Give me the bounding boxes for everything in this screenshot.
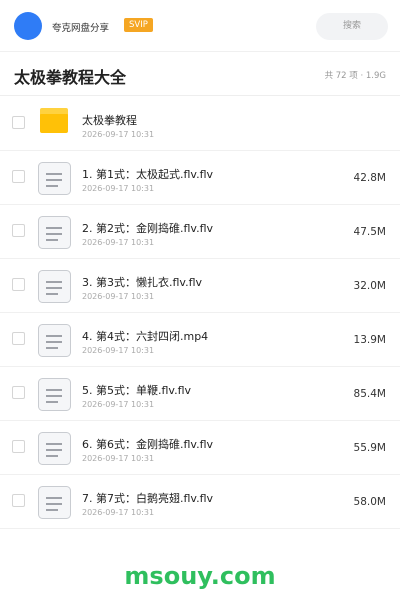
file-icon <box>38 432 71 465</box>
file-icon <box>38 162 71 195</box>
item-size: 55.9M <box>353 442 386 454</box>
item-name: 5. 第5式：单鞭.flv.flv <box>82 384 192 397</box>
checkbox[interactable] <box>12 224 25 237</box>
list-item[interactable]: 3. 第3式：懒扎衣.flv.flv 2026-09-17 10:31 32.0… <box>0 259 400 313</box>
item-name: 7. 第7式：白鹅亮翅.flv.flv <box>82 492 214 505</box>
item-name: 6. 第6式：金刚捣碓.flv.flv <box>82 438 214 451</box>
file-list: 太极拳教程 2026-09-17 10:31 1. 第1式：太极起式.flv.f… <box>0 97 400 529</box>
item-date: 2026-09-17 10:31 <box>82 292 155 301</box>
file-icon <box>38 378 71 411</box>
item-name: 4. 第4式：六封四闭.mp4 <box>82 330 209 343</box>
folder-meta: 共 72 项 · 1.9G <box>324 71 386 81</box>
item-name: 2. 第2式：金刚捣碓.flv.flv <box>82 222 214 235</box>
item-date: 2026-09-17 10:31 <box>82 454 155 463</box>
checkbox[interactable] <box>12 386 25 399</box>
list-item[interactable]: 6. 第6式：金刚捣碓.flv.flv 2026-09-17 10:31 55.… <box>0 421 400 475</box>
item-date: 2026-09-17 10:31 <box>82 346 155 355</box>
item-size: 58.0M <box>353 496 386 508</box>
list-item[interactable]: 2. 第2式：金刚捣碓.flv.flv 2026-09-17 10:31 47.… <box>0 205 400 259</box>
list-item-folder[interactable]: 太极拳教程 2026-09-17 10:31 <box>0 97 400 151</box>
top-bar: 夸克网盘分享 SVIP 搜索 <box>0 0 400 52</box>
item-name: 太极拳教程 <box>82 114 137 127</box>
file-icon <box>38 324 71 357</box>
username[interactable]: 夸克网盘分享 <box>52 20 109 34</box>
watermark-text: msouy.com <box>124 562 276 590</box>
search-input[interactable]: 搜索 <box>316 13 388 40</box>
folder-icon <box>40 108 68 133</box>
checkbox[interactable] <box>12 332 25 345</box>
item-size: 47.5M <box>353 226 386 238</box>
checkbox[interactable] <box>12 440 25 453</box>
item-date: 2026-09-17 10:31 <box>82 400 155 409</box>
item-date: 2026-09-17 10:31 <box>82 130 155 139</box>
checkbox[interactable] <box>12 170 25 183</box>
item-size: 13.9M <box>353 334 386 346</box>
checkbox[interactable] <box>12 116 25 129</box>
file-icon <box>38 486 71 519</box>
folder-header: 太极拳教程大全 共 72 项 · 1.9G <box>0 52 400 96</box>
list-item[interactable]: 1. 第1式：太极起式.flv.flv 2026-09-17 10:31 42.… <box>0 151 400 205</box>
avatar[interactable] <box>14 12 42 40</box>
list-item[interactable]: 7. 第7式：白鹅亮翅.flv.flv 2026-09-17 10:31 58.… <box>0 475 400 529</box>
checkbox[interactable] <box>12 278 25 291</box>
file-icon <box>38 270 71 303</box>
item-date: 2026-09-17 10:31 <box>82 508 155 517</box>
item-name: 3. 第3式：懒扎衣.flv.flv <box>82 276 203 289</box>
item-size: 32.0M <box>353 280 386 292</box>
item-size: 85.4M <box>353 388 386 400</box>
list-item[interactable]: 4. 第4式：六封四闭.mp4 2026-09-17 10:31 13.9M <box>0 313 400 367</box>
page-title: 太极拳教程大全 <box>14 68 127 87</box>
item-date: 2026-09-17 10:31 <box>82 238 155 247</box>
item-date: 2026-09-17 10:31 <box>82 184 155 193</box>
svip-badge: SVIP <box>124 18 153 32</box>
list-item[interactable]: 5. 第5式：单鞭.flv.flv 2026-09-17 10:31 85.4M <box>0 367 400 421</box>
item-name: 1. 第1式：太极起式.flv.flv <box>82 168 214 181</box>
checkbox[interactable] <box>12 494 25 507</box>
item-size: 42.8M <box>353 172 386 184</box>
file-icon <box>38 216 71 249</box>
